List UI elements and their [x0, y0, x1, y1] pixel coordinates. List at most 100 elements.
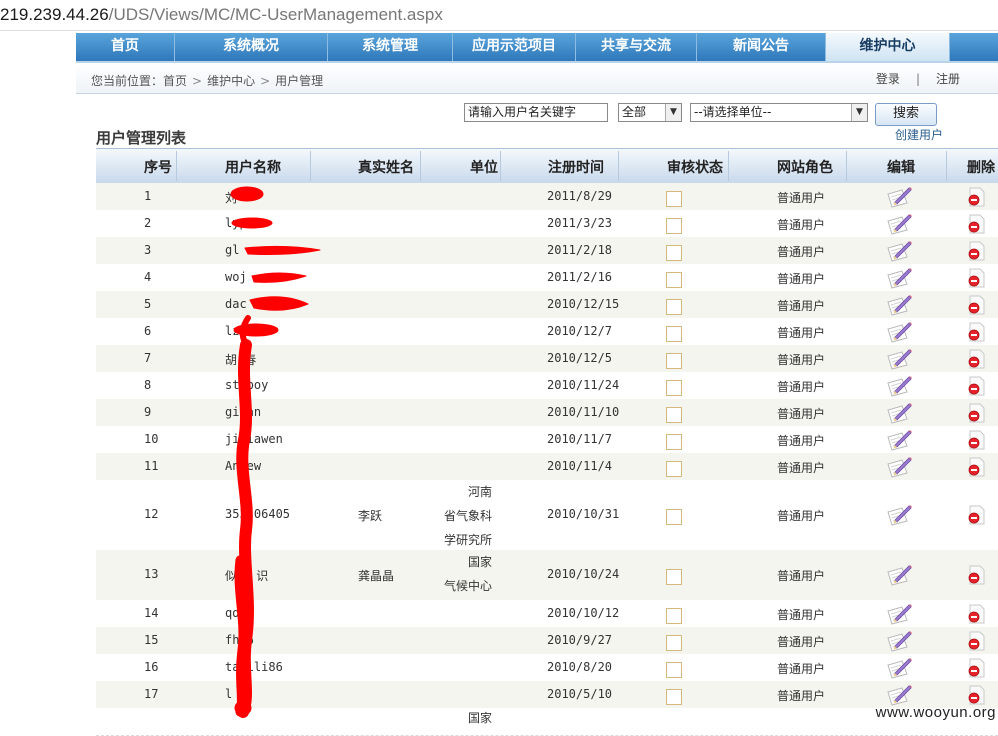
nav-item[interactable]: 维护中心 [826, 33, 950, 61]
delete-icon[interactable] [966, 295, 986, 315]
breadcrumb-maintenance[interactable]: 维护中心 [207, 74, 255, 88]
delete-icon[interactable] [966, 214, 986, 234]
chevron-down-icon[interactable]: ▼ [851, 104, 867, 121]
table-header: 序号 用户名称 真实姓名 单位 注册时间 审核状态 网站角色 编辑 删除 [96, 148, 998, 184]
column-divider [846, 151, 847, 181]
username-cell: st boy [225, 378, 269, 392]
delete-icon[interactable] [966, 403, 986, 423]
delete-icon[interactable] [966, 187, 986, 207]
table-row: 5 dac 2010/12/15 普通用户 [96, 291, 998, 319]
role-cell: 普通用户 [777, 191, 826, 205]
register-date-cell: 2011/2/16 [547, 270, 613, 284]
edit-icon[interactable] [885, 602, 913, 626]
edit-icon[interactable] [885, 320, 913, 344]
edit-icon[interactable] [885, 503, 913, 527]
delete-icon[interactable] [966, 604, 986, 624]
approval-checkbox[interactable] [666, 272, 682, 288]
nav-item[interactable]: 系统管理 [328, 33, 453, 61]
username-cell: fh 6 [225, 633, 254, 647]
delete-icon[interactable] [966, 349, 986, 369]
approval-checkbox[interactable] [666, 245, 682, 261]
unit-line: 省气象科 [443, 509, 492, 523]
unit-line: 学研究所 [443, 533, 492, 547]
approval-checkbox[interactable] [666, 608, 682, 624]
edit-icon[interactable] [885, 293, 913, 317]
login-link[interactable]: 登录 [876, 72, 900, 86]
edit-icon[interactable] [885, 401, 913, 425]
table-row: 10 ji iawen 2010/11/7 普通用户 [96, 426, 998, 454]
unit-select-value: --请选择单位-- [694, 105, 772, 119]
unit-cell: 河南 省气象科 学研究所 [438, 480, 492, 552]
status-select[interactable]: 全部 ▼ [618, 103, 682, 122]
table-row: 8 st boy 2010/11/24 普通用户 [96, 372, 998, 400]
keyword-search-input[interactable]: 请输入用户名关键字 [464, 103, 608, 122]
role-cell: 普通用户 [777, 272, 826, 286]
approval-checkbox[interactable] [666, 434, 682, 450]
create-user-link[interactable]: 创建用户 [895, 126, 943, 143]
role-cell: 普通用户 [777, 353, 826, 367]
address-bar[interactable]: 219.239.44.26/UDS/Views/MC/MC-UserManage… [0, 0, 998, 31]
approval-checkbox[interactable] [666, 299, 682, 315]
nav-item[interactable]: 共享与交流 [576, 33, 697, 61]
register-link[interactable]: 注册 [936, 72, 960, 86]
nav-item[interactable]: 系统概况 [175, 33, 328, 61]
edit-icon[interactable] [885, 563, 913, 587]
breadcrumb-home[interactable]: 首页 [163, 74, 187, 88]
table-row: 9 gi an 2010/11/10 普通用户 [96, 399, 998, 427]
delete-icon[interactable] [966, 685, 986, 705]
search-button[interactable]: 搜索 [875, 103, 937, 126]
delete-icon[interactable] [966, 322, 986, 342]
approval-checkbox[interactable] [666, 191, 682, 207]
column-divider [500, 151, 501, 181]
delete-icon[interactable] [966, 430, 986, 450]
register-date-cell: 2010/12/15 [547, 297, 620, 311]
register-date-cell: 2010/12/5 [547, 351, 613, 365]
approval-checkbox[interactable] [666, 218, 682, 234]
delete-icon[interactable] [966, 658, 986, 678]
status-select-value: 全部 [622, 105, 647, 119]
nav-item[interactable]: 新闻公告 [697, 33, 826, 61]
delete-icon[interactable] [966, 505, 986, 525]
edit-icon[interactable] [885, 428, 913, 452]
chevron-down-icon[interactable]: ▼ [665, 104, 681, 121]
edit-icon[interactable] [885, 455, 913, 479]
column-divider [176, 151, 177, 181]
approval-checkbox[interactable] [666, 407, 682, 423]
delete-icon[interactable] [966, 631, 986, 651]
approval-checkbox[interactable] [666, 461, 682, 477]
approval-checkbox[interactable] [666, 509, 682, 525]
edit-icon[interactable] [885, 185, 913, 209]
username-cell: gl [225, 243, 240, 257]
delete-icon[interactable] [966, 268, 986, 288]
delete-icon[interactable] [966, 241, 986, 261]
role-cell: 普通用户 [777, 218, 826, 232]
edit-icon[interactable] [885, 266, 913, 290]
watermark: www.wooyun.org [875, 704, 996, 721]
role-cell: 普通用户 [777, 569, 826, 583]
delete-icon[interactable] [966, 565, 986, 585]
edit-icon[interactable] [885, 629, 913, 653]
nav-item[interactable]: 首页 [76, 33, 175, 61]
url-text[interactable]: 219.239.44.26/UDS/Views/MC/MC-UserManage… [0, 5, 443, 25]
unit-select[interactable]: --请选择单位-- ▼ [690, 103, 868, 122]
nav-item[interactable]: 应用示范项目 [453, 33, 576, 61]
approval-checkbox[interactable] [666, 569, 682, 585]
approval-checkbox[interactable] [666, 689, 682, 705]
edit-icon[interactable] [885, 656, 913, 680]
approval-checkbox[interactable] [666, 326, 682, 342]
username-cell: 刘 [225, 191, 238, 205]
approval-checkbox[interactable] [666, 635, 682, 651]
edit-icon[interactable] [885, 212, 913, 236]
edit-icon[interactable] [885, 374, 913, 398]
delete-icon[interactable] [966, 376, 986, 396]
row-number: 10 [144, 432, 159, 446]
approval-checkbox[interactable] [666, 353, 682, 369]
username-cell: gi an [225, 405, 262, 419]
edit-icon[interactable] [885, 347, 913, 371]
approval-checkbox[interactable] [666, 380, 682, 396]
table-row: 2 lyp 2011/3/23 普通用户 [96, 210, 998, 238]
approval-checkbox[interactable] [666, 662, 682, 678]
table-row: 17 l 2010/5/10 普通用户 [96, 681, 998, 709]
edit-icon[interactable] [885, 239, 913, 263]
delete-icon[interactable] [966, 457, 986, 477]
